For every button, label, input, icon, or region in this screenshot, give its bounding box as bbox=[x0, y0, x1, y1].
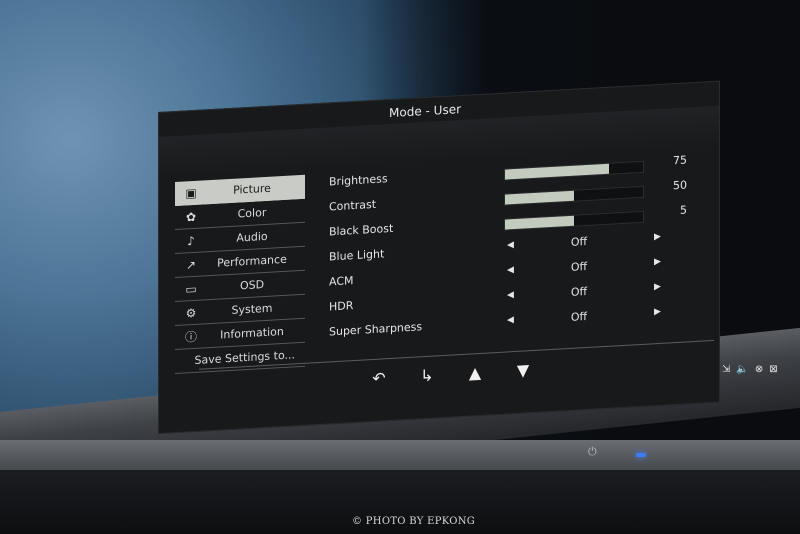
menu-label: Performance bbox=[217, 252, 287, 270]
brightness-value: 75 bbox=[673, 153, 687, 168]
menu-label: System bbox=[231, 301, 273, 317]
close-circle-icon[interactable]: ⊗ bbox=[755, 364, 763, 375]
photo-credit: © PHOTO BY EPKONG bbox=[352, 516, 476, 527]
setting-label: Brightness bbox=[329, 172, 388, 189]
arrow-left-icon[interactable]: ◀ bbox=[507, 290, 514, 300]
taskbar-tray: ⇲ 🔈 ⊗ ⊠ bbox=[722, 364, 778, 375]
slider-fill bbox=[505, 163, 609, 180]
arrow-left-icon[interactable]: ◀ bbox=[507, 315, 514, 325]
window-icon[interactable]: ⊠ bbox=[769, 364, 777, 375]
osd-icon: ▭ bbox=[185, 281, 197, 296]
menu-label: Information bbox=[220, 324, 284, 342]
gear-icon: ⚙ bbox=[185, 305, 197, 320]
slider-fill bbox=[505, 190, 574, 205]
speaker-icon: ♪ bbox=[187, 233, 195, 248]
setting-label: Black Boost bbox=[329, 221, 394, 239]
menu-label: Color bbox=[237, 205, 267, 221]
setting-label: Blue Light bbox=[329, 247, 385, 264]
menu-label: Audio bbox=[236, 229, 268, 245]
arrow-right-icon[interactable]: ▶ bbox=[654, 282, 661, 292]
blue-light-value: Off bbox=[570, 235, 588, 249]
contrast-slider[interactable] bbox=[504, 185, 644, 206]
menu-label: Picture bbox=[233, 181, 271, 197]
black-boost-value: 5 bbox=[680, 203, 687, 217]
slider-fill bbox=[505, 215, 574, 230]
info-icon: ⓘ bbox=[184, 329, 197, 345]
black-boost-slider[interactable] bbox=[504, 210, 644, 231]
contrast-value: 50 bbox=[673, 178, 687, 193]
setting-label: Super Sharpness bbox=[329, 320, 423, 339]
power-icon[interactable]: ⏻ bbox=[588, 446, 600, 458]
osd-nav-bar: ↶ ↳ ▲ ▼ bbox=[369, 360, 533, 388]
setting-label: Contrast bbox=[329, 197, 377, 214]
settings-list: Brightness 75 Contrast 50 Black Boost 5 … bbox=[329, 151, 699, 347]
hdr-value: Off bbox=[570, 285, 588, 299]
setting-label: ACM bbox=[329, 274, 354, 289]
arrow-right-icon[interactable]: ▶ bbox=[654, 257, 661, 267]
down-icon[interactable]: ▼ bbox=[513, 360, 533, 380]
osd-panel: Mode - User ▣ Picture ✿ Color ♪ Audio ↗ … bbox=[158, 80, 720, 435]
arrow-left-icon[interactable]: ◀ bbox=[507, 265, 514, 275]
volume-icon[interactable]: 🔈 bbox=[736, 364, 748, 375]
osd-menu: ▣ Picture ✿ Color ♪ Audio ↗ Performance … bbox=[175, 174, 305, 375]
back-icon[interactable]: ↶ bbox=[369, 368, 389, 388]
enter-icon[interactable]: ↳ bbox=[417, 365, 437, 386]
super-sharpness-value: Off bbox=[570, 310, 588, 324]
menu-label: OSD bbox=[239, 278, 265, 293]
setting-label: HDR bbox=[329, 299, 354, 314]
arrow-right-icon[interactable]: ▶ bbox=[654, 307, 661, 317]
palette-icon: ✿ bbox=[185, 209, 197, 224]
performance-icon: ↗ bbox=[185, 257, 197, 272]
up-icon[interactable]: ▲ bbox=[465, 363, 485, 383]
arrow-left-icon[interactable]: ◀ bbox=[507, 240, 514, 250]
picture-icon: ▣ bbox=[185, 185, 197, 200]
power-led bbox=[636, 453, 646, 457]
arrow-right-icon[interactable]: ▶ bbox=[654, 232, 661, 242]
brightness-slider[interactable] bbox=[504, 160, 644, 181]
monitor-bezel-lip bbox=[0, 440, 800, 470]
acm-value: Off bbox=[570, 260, 588, 274]
tray-arrow-icon[interactable]: ⇲ bbox=[722, 364, 730, 375]
osd-title: Mode - User bbox=[389, 102, 462, 121]
